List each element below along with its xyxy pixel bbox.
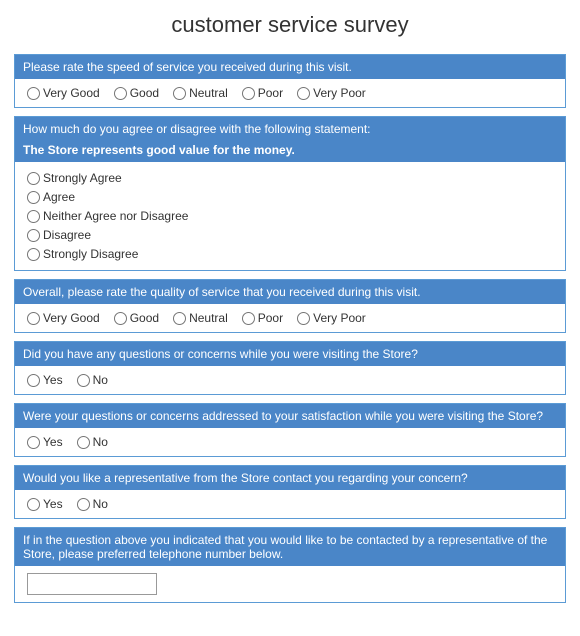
- radio-label-q2-3: Disagree: [43, 228, 91, 242]
- radio-label-q1-3: Poor: [258, 86, 283, 100]
- question-block-q6: Would you like a representative from the…: [14, 465, 566, 519]
- radio-input-q3-2[interactable]: [173, 312, 186, 325]
- radio-label-q3-0: Very Good: [43, 311, 100, 325]
- question-body-q3: Very Good Good Neutral Poor Very Poor: [15, 304, 565, 332]
- radio-label-q1-1: Good: [130, 86, 159, 100]
- radio-input-q6-0[interactable]: [27, 498, 40, 511]
- radio-item-q6-0[interactable]: Yes: [27, 497, 63, 511]
- radio-label-q2-0: Strongly Agree: [43, 171, 122, 185]
- radio-item-q4-1[interactable]: No: [77, 373, 108, 387]
- radio-item-q3-2[interactable]: Neutral: [173, 311, 228, 325]
- radio-input-q1-2[interactable]: [173, 87, 186, 100]
- question-block-q2: How much do you agree or disagree with t…: [14, 116, 566, 271]
- survey-page: customer service survey Please rate the …: [0, 0, 580, 623]
- radio-input-q1-1[interactable]: [114, 87, 127, 100]
- radio-label-q6-0: Yes: [43, 497, 63, 511]
- radio-label-q2-4: Strongly Disagree: [43, 247, 138, 261]
- radio-label-q3-4: Very Poor: [313, 311, 366, 325]
- radio-label-q3-2: Neutral: [189, 311, 228, 325]
- question-block-q4: Did you have any questions or concerns w…: [14, 341, 566, 395]
- radio-label-q1-4: Very Poor: [313, 86, 366, 100]
- question-block-q1: Please rate the speed of service you rec…: [14, 54, 566, 108]
- radio-row-q1: Very Good Good Neutral Poor Very Poor: [27, 86, 553, 100]
- question-header-q7: If in the question above you indicated t…: [15, 528, 565, 566]
- radio-item-q3-4[interactable]: Very Poor: [297, 311, 366, 325]
- radio-item-q2-1[interactable]: Agree: [27, 190, 553, 204]
- radio-item-q3-3[interactable]: Poor: [242, 311, 283, 325]
- radio-input-q3-0[interactable]: [27, 312, 40, 325]
- radio-input-q6-1[interactable]: [77, 498, 90, 511]
- radio-label-q1-2: Neutral: [189, 86, 228, 100]
- question-subheader-q2: The Store represents good value for the …: [15, 141, 565, 162]
- radio-input-q2-3[interactable]: [27, 229, 40, 242]
- radio-label-q3-3: Poor: [258, 311, 283, 325]
- radio-label-q2-2: Neither Agree nor Disagree: [43, 209, 188, 223]
- question-header-q1: Please rate the speed of service you rec…: [15, 55, 565, 79]
- question-header-q2: How much do you agree or disagree with t…: [15, 117, 565, 141]
- question-header-q3: Overall, please rate the quality of serv…: [15, 280, 565, 304]
- question-block-q5: Were your questions or concerns addresse…: [14, 403, 566, 457]
- radio-input-q4-0[interactable]: [27, 374, 40, 387]
- radio-input-q2-0[interactable]: [27, 172, 40, 185]
- radio-input-q1-0[interactable]: [27, 87, 40, 100]
- radio-input-q2-1[interactable]: [27, 191, 40, 204]
- radio-input-q3-1[interactable]: [114, 312, 127, 325]
- radio-label-q5-1: No: [93, 435, 108, 449]
- radio-input-q1-3[interactable]: [242, 87, 255, 100]
- radio-input-q2-4[interactable]: [27, 248, 40, 261]
- radio-item-q3-1[interactable]: Good: [114, 311, 159, 325]
- question-body-q1: Very Good Good Neutral Poor Very Poor: [15, 79, 565, 107]
- radio-item-q3-0[interactable]: Very Good: [27, 311, 100, 325]
- question-body-q5: Yes No: [15, 428, 565, 456]
- radio-row-q6: Yes No: [27, 497, 553, 511]
- question-block-q3: Overall, please rate the quality of serv…: [14, 279, 566, 333]
- radio-item-q2-4[interactable]: Strongly Disagree: [27, 247, 553, 261]
- radio-item-q4-0[interactable]: Yes: [27, 373, 63, 387]
- radio-item-q5-0[interactable]: Yes: [27, 435, 63, 449]
- radio-item-q1-2[interactable]: Neutral: [173, 86, 228, 100]
- radio-label-q6-1: No: [93, 497, 108, 511]
- radio-input-q5-1[interactable]: [77, 436, 90, 449]
- radio-item-q1-3[interactable]: Poor: [242, 86, 283, 100]
- radio-item-q2-0[interactable]: Strongly Agree: [27, 171, 553, 185]
- radio-item-q5-1[interactable]: No: [77, 435, 108, 449]
- radio-item-q6-1[interactable]: No: [77, 497, 108, 511]
- question-body-q7: [15, 566, 565, 602]
- questions-container: Please rate the speed of service you rec…: [14, 54, 566, 603]
- radio-input-q5-0[interactable]: [27, 436, 40, 449]
- radio-input-q3-4[interactable]: [297, 312, 310, 325]
- radio-row-q5: Yes No: [27, 435, 553, 449]
- radio-item-q1-0[interactable]: Very Good: [27, 86, 100, 100]
- radio-item-q2-2[interactable]: Neither Agree nor Disagree: [27, 209, 553, 223]
- radio-input-q3-3[interactable]: [242, 312, 255, 325]
- question-body-q2: Strongly Agree Agree Neither Agree nor Dis…: [15, 162, 565, 270]
- question-header-q4: Did you have any questions or concerns w…: [15, 342, 565, 366]
- radio-label-q4-0: Yes: [43, 373, 63, 387]
- radio-label-q5-0: Yes: [43, 435, 63, 449]
- radio-item-q2-3[interactable]: Disagree: [27, 228, 553, 242]
- radio-label-q2-1: Agree: [43, 190, 75, 204]
- survey-title: customer service survey: [14, 12, 566, 42]
- question-header-q6: Would you like a representative from the…: [15, 466, 565, 490]
- text-input-q7[interactable]: [27, 573, 157, 595]
- radio-label-q4-1: No: [93, 373, 108, 387]
- radio-row-q4: Yes No: [27, 373, 553, 387]
- radio-input-q1-4[interactable]: [297, 87, 310, 100]
- question-body-q4: Yes No: [15, 366, 565, 394]
- radio-row-q3: Very Good Good Neutral Poor Very Poor: [27, 311, 553, 325]
- question-body-q6: Yes No: [15, 490, 565, 518]
- question-block-q7: If in the question above you indicated t…: [14, 527, 566, 603]
- radio-label-q1-0: Very Good: [43, 86, 100, 100]
- radio-label-q3-1: Good: [130, 311, 159, 325]
- radio-input-q2-2[interactable]: [27, 210, 40, 223]
- question-header-q5: Were your questions or concerns addresse…: [15, 404, 565, 428]
- radio-item-q1-1[interactable]: Good: [114, 86, 159, 100]
- radio-item-q1-4[interactable]: Very Poor: [297, 86, 366, 100]
- radio-col-q2: Strongly Agree Agree Neither Agree nor Dis…: [27, 169, 553, 263]
- radio-input-q4-1[interactable]: [77, 374, 90, 387]
